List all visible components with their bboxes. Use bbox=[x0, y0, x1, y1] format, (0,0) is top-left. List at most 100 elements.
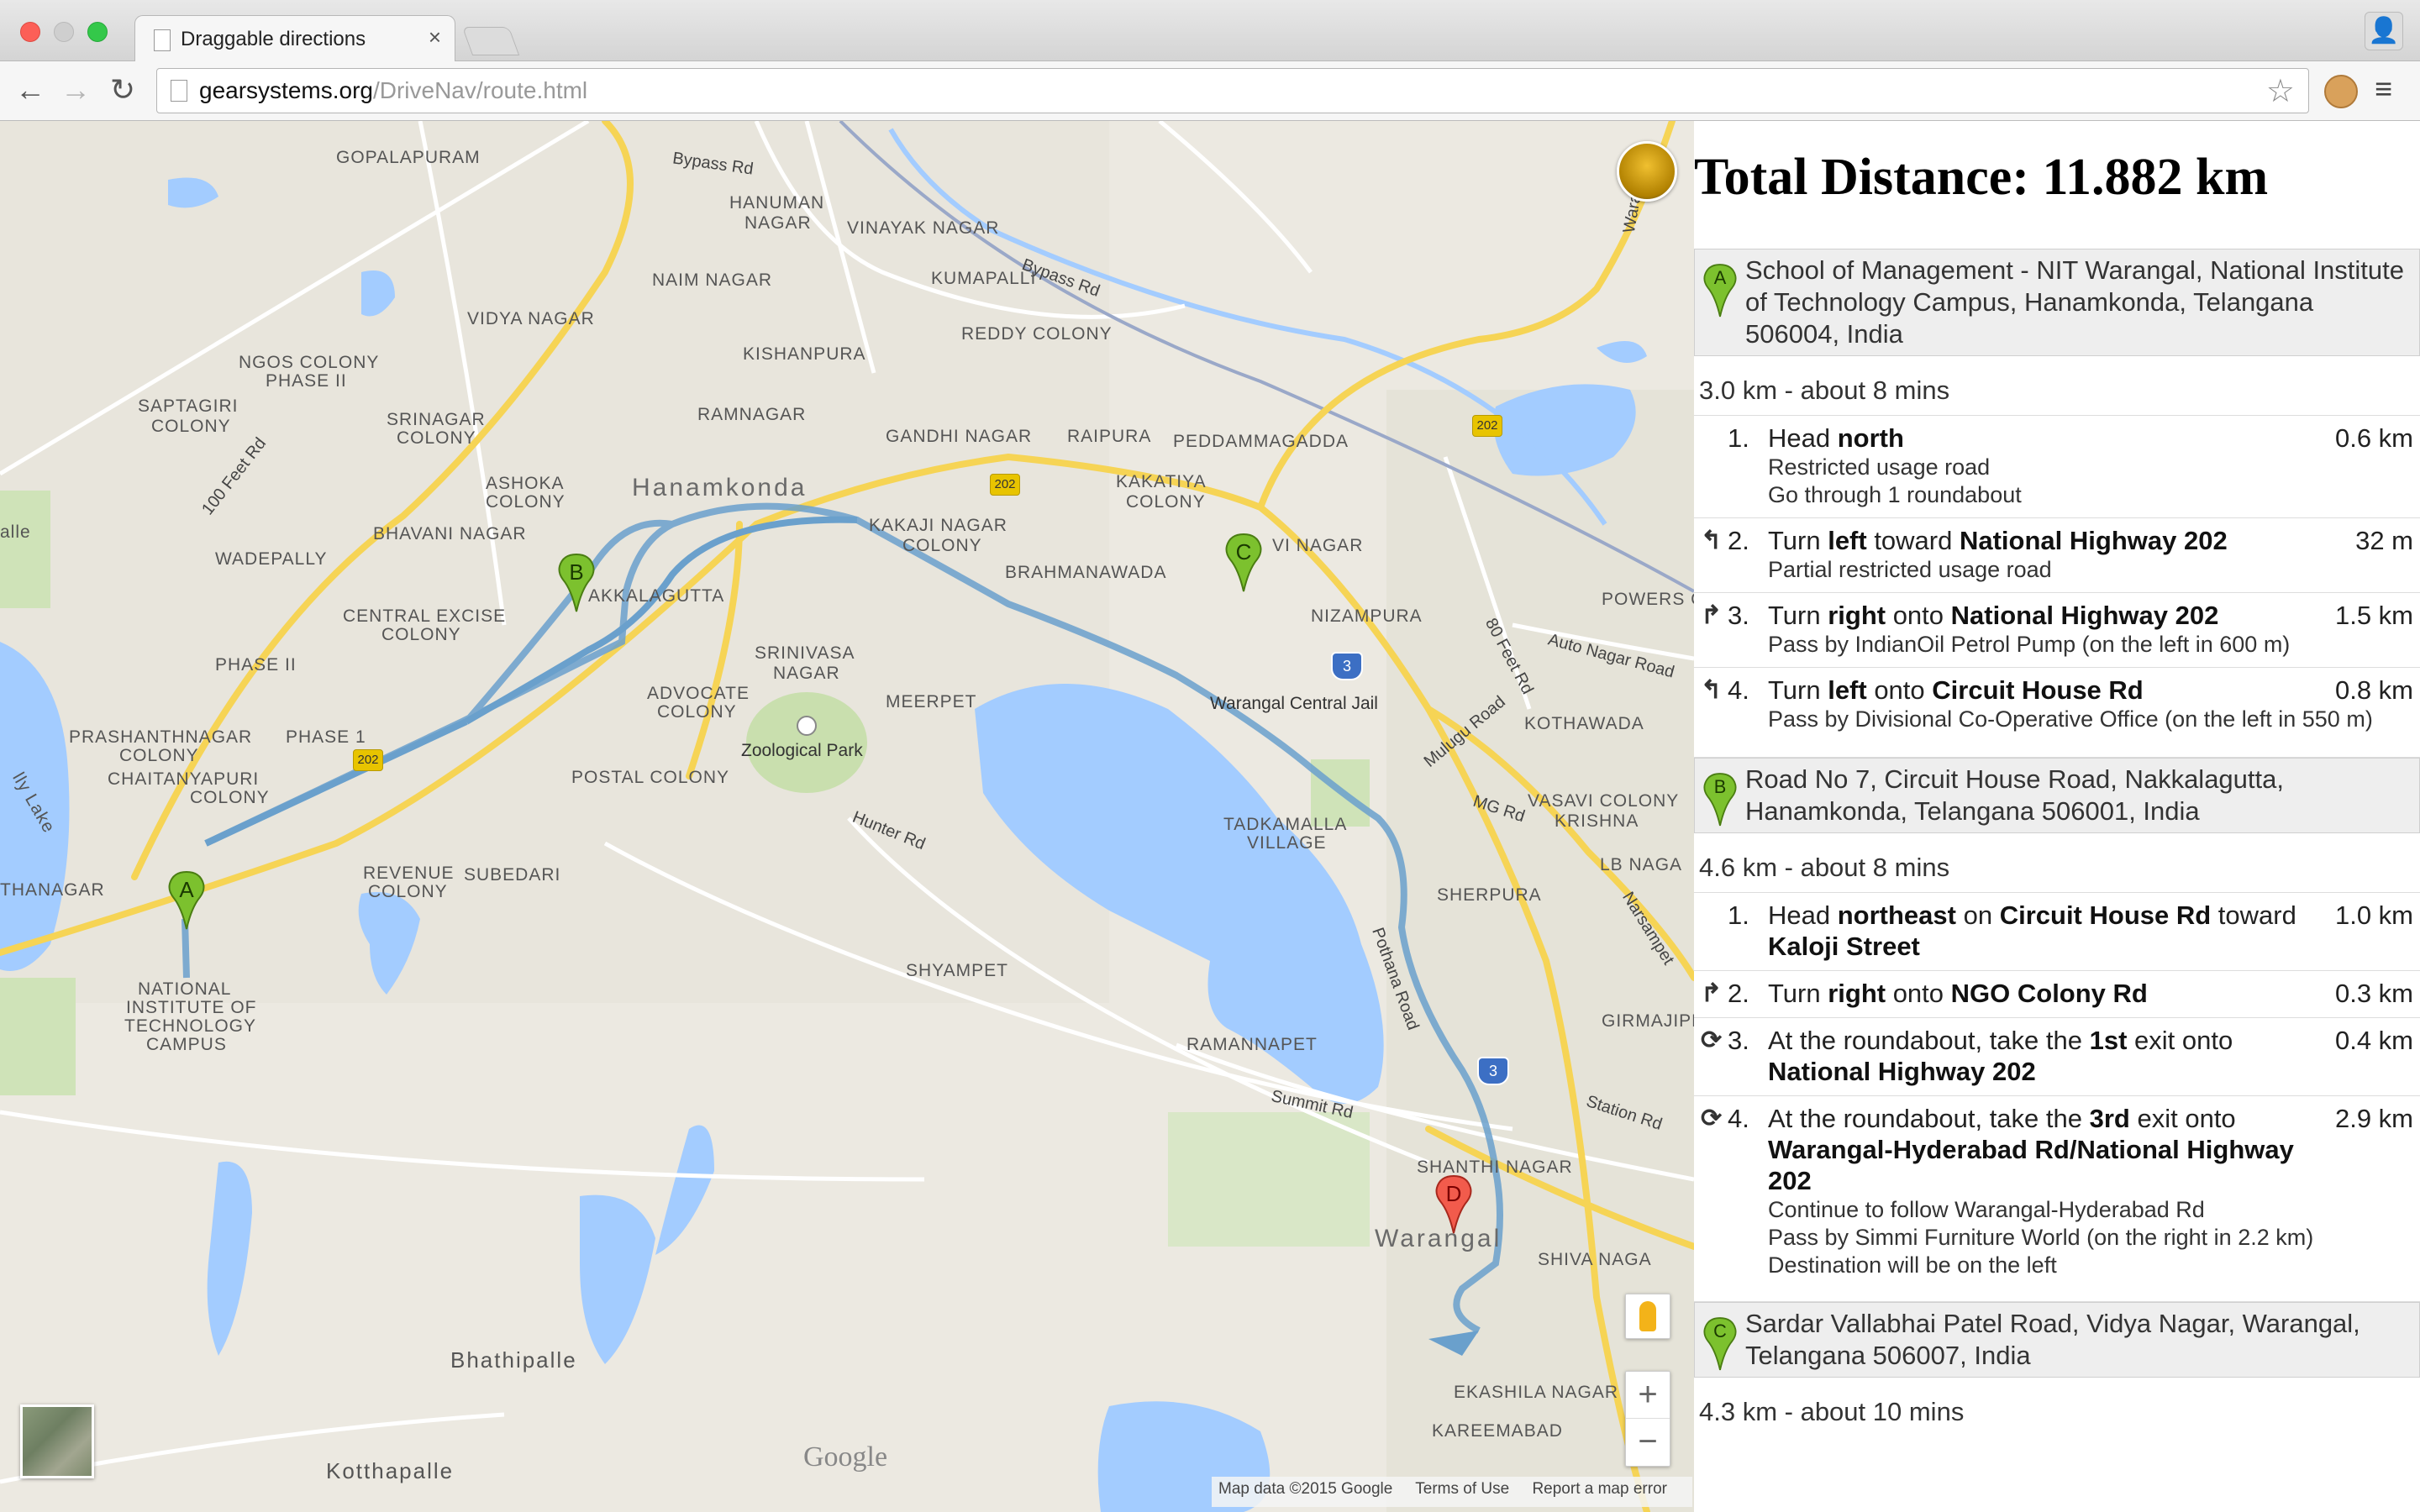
zoom-out-button[interactable]: − bbox=[1626, 1419, 1670, 1465]
direction-step[interactable]: ↰ 2. Turn left toward National Highway 2… bbox=[1694, 518, 2420, 593]
place-label: CENTRAL EXCISE bbox=[343, 606, 507, 626]
waypoint-a[interactable]: A School of Management - NIT Warangal, N… bbox=[1694, 249, 2420, 356]
place-label: CAMPUS bbox=[146, 1035, 227, 1054]
step-distance: 1.5 km bbox=[2334, 601, 2413, 630]
tab-title: Draggable directions bbox=[181, 28, 366, 50]
place-label: HANUMAN bbox=[729, 193, 825, 213]
forward-button[interactable]: → bbox=[57, 71, 94, 108]
report-map-error-link[interactable]: Report a map error bbox=[1532, 1480, 1667, 1498]
page-icon bbox=[154, 29, 171, 51]
street-view-pegman-icon[interactable] bbox=[1625, 1294, 1670, 1339]
direction-step[interactable]: ↱ 3. Turn right onto National Highway 20… bbox=[1694, 593, 2420, 668]
back-button[interactable]: ← bbox=[12, 71, 49, 108]
place-label: GOPALAPURAM bbox=[336, 148, 481, 167]
maximize-window-button[interactable] bbox=[87, 22, 108, 42]
user-avatar[interactable] bbox=[1617, 141, 1677, 202]
marker-b[interactable]: B bbox=[558, 553, 595, 613]
place-label: TECHNOLOGY bbox=[124, 1016, 257, 1036]
place-label: PEDDAMMAGADDA bbox=[1173, 432, 1349, 451]
tab-close-icon[interactable]: × bbox=[429, 24, 441, 50]
place-label: TADKAMALLA bbox=[1223, 815, 1348, 834]
step-note: Destination will be on the left bbox=[1768, 1252, 2057, 1278]
place-label: REVENUE bbox=[363, 864, 455, 883]
marker-c[interactable]: C bbox=[1225, 533, 1262, 593]
step-distance: 0.6 km bbox=[2334, 423, 2413, 453]
direction-step[interactable]: 1. Head northeast on Circuit House Rd to… bbox=[1694, 893, 2420, 971]
marker-a[interactable]: A bbox=[168, 870, 205, 931]
place-label: POSTAL COLONY bbox=[571, 768, 730, 787]
close-window-button[interactable] bbox=[20, 22, 40, 42]
direction-step[interactable]: 1. Head north Restricted usage road Go t… bbox=[1694, 416, 2420, 518]
place-label: COLONY bbox=[151, 417, 231, 436]
step-number: 1. bbox=[1728, 423, 1749, 453]
step-number: 1. bbox=[1728, 900, 1749, 930]
cookie-extension-icon[interactable] bbox=[2324, 75, 2358, 108]
waypoint-address: Road No 7, Circuit House Road, Nakkalagu… bbox=[1745, 764, 2284, 826]
step-number: 4. bbox=[1728, 1104, 1749, 1133]
browser-toolbar: ← → ↻ gearsystems.org/DriveNav/route.htm… bbox=[0, 61, 2420, 121]
browser-menu-icon[interactable]: ≡ bbox=[2375, 71, 2392, 107]
place-label: alle bbox=[0, 522, 31, 542]
marker-letter: D bbox=[1445, 1181, 1462, 1206]
place-label-nakkalagutta: AKKALAGUTTA bbox=[588, 586, 725, 606]
place-label: LB NAGA bbox=[1600, 855, 1683, 874]
step-note: Partial restricted usage road bbox=[1768, 557, 2052, 582]
bookmark-star-icon[interactable]: ☆ bbox=[2266, 72, 2295, 110]
minimize-window-button[interactable] bbox=[54, 22, 74, 42]
step-instruction: At the roundabout, take the 1st exit ont… bbox=[1768, 1026, 2233, 1086]
place-label: PRASHANTHNAGAR bbox=[69, 727, 253, 747]
profile-icon[interactable]: 👤 bbox=[2365, 12, 2403, 50]
marker-letter: B bbox=[569, 559, 584, 585]
place-label: NAIM NAGAR bbox=[652, 270, 773, 290]
place-label: SHIVA NAGA bbox=[1538, 1250, 1652, 1269]
place-label: COLONY bbox=[902, 536, 982, 555]
place-label: WADEPALLY bbox=[215, 549, 328, 569]
place-label: VASAVI COLONY bbox=[1528, 791, 1680, 811]
place-label: ADVOCATE bbox=[647, 684, 750, 703]
google-logo: Google bbox=[803, 1441, 888, 1473]
zoom-in-button[interactable]: + bbox=[1626, 1372, 1670, 1419]
place-label: BHAVANI NAGAR bbox=[373, 524, 527, 543]
place-label: KISHANPURA bbox=[743, 344, 866, 364]
direction-step[interactable]: ⟳ 4. At the roundabout, take the 3rd exi… bbox=[1694, 1096, 2420, 1302]
direction-step[interactable]: ↰ 4. Turn left onto Circuit House Rd Pas… bbox=[1694, 668, 2420, 758]
reload-button[interactable]: ↻ bbox=[104, 71, 141, 108]
map-graphics bbox=[0, 121, 1694, 1512]
leg-summary: 3.0 km - about 8 mins bbox=[1694, 368, 2420, 416]
place-label: RAMANNAPET bbox=[1186, 1035, 1318, 1054]
place-label: COLONY bbox=[381, 625, 461, 644]
terms-of-use-link[interactable]: Terms of Use bbox=[1415, 1480, 1509, 1498]
leg-summary: 4.3 km - about 10 mins bbox=[1699, 1397, 1965, 1426]
new-tab-button[interactable] bbox=[461, 27, 520, 55]
step-instruction: Turn right onto National Highway 202 bbox=[1768, 601, 2219, 630]
address-bar[interactable]: gearsystems.org/DriveNav/route.html ☆ bbox=[156, 68, 2309, 113]
place-label: REDDY COLONY bbox=[961, 324, 1113, 344]
zoo-poi-icon[interactable] bbox=[797, 716, 817, 736]
step-instruction: Head north bbox=[1768, 423, 1904, 453]
url-host: gearsystems.org bbox=[199, 77, 373, 103]
waypoint-address: Sardar Vallabhai Patel Road, Vidya Nagar… bbox=[1745, 1309, 2360, 1370]
url-text[interactable]: gearsystems.org/DriveNav/route.html bbox=[199, 77, 587, 104]
map-canvas[interactable]: GOPALAPURAM Bypass Rd HANUMAN NAGAR VINA… bbox=[0, 121, 1694, 1512]
step-instruction: Head northeast on Circuit House Rd towar… bbox=[1768, 900, 2296, 961]
step-instruction: Turn left toward National Highway 202 bbox=[1768, 526, 2228, 555]
waypoint-c[interactable]: C Sardar Vallabhai Patel Road, Vidya Nag… bbox=[1694, 1302, 2420, 1378]
place-label: VI NAGAR bbox=[1272, 536, 1364, 555]
nh202-shield: 202 bbox=[1472, 415, 1502, 437]
place-label: NATIONAL bbox=[138, 979, 232, 999]
direction-step[interactable]: ↱ 2. Turn right onto NGO Colony Rd 0.3 k… bbox=[1694, 971, 2420, 1018]
step-distance: 0.8 km bbox=[2334, 675, 2413, 705]
place-label: NAGAR bbox=[744, 213, 812, 233]
satellite-toggle-thumbnail[interactable] bbox=[20, 1404, 94, 1478]
turn-left-icon: ↰ bbox=[1701, 676, 1723, 704]
waypoint-b[interactable]: B Road No 7, Circuit House Road, Nakkala… bbox=[1694, 758, 2420, 833]
tab-draggable-directions[interactable]: Draggable directions × bbox=[134, 15, 455, 63]
place-label: KOTHAWADA bbox=[1524, 714, 1644, 733]
map-data-credit: Map data ©2015 Google bbox=[1218, 1480, 1393, 1498]
place-label: POWERS COLO bbox=[1602, 590, 1694, 609]
marker-d[interactable]: D bbox=[1435, 1174, 1472, 1235]
direction-step[interactable]: ⟳ 3. At the roundabout, take the 1st exi… bbox=[1694, 1018, 2420, 1096]
poi-label-zoo: Zoological Park bbox=[741, 741, 863, 760]
step-instruction: At the roundabout, take the 3rd exit ont… bbox=[1768, 1104, 2294, 1195]
roundabout-icon: ⟳ bbox=[1701, 1026, 1723, 1054]
